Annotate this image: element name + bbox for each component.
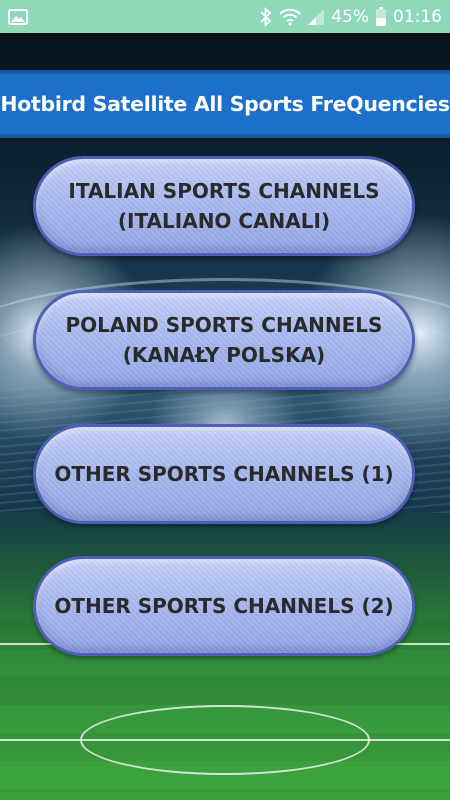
bluetooth-icon [259, 6, 273, 27]
signal-icon [307, 8, 325, 26]
other-sports-channels-1-button[interactable]: OTHER SPORTS CHANNELS (1) [33, 424, 415, 524]
clock: 01:16 [393, 6, 442, 27]
title-banner: Hotbird Satellite All Sports FreQuencies [0, 70, 450, 138]
button-label: POLAND SPORTS CHANNELS (KANAŁY POLSKA) [65, 313, 383, 367]
image-icon [8, 8, 28, 25]
battery-percentage: 45% [331, 6, 369, 27]
button-label: ITALIAN SPORTS CHANNELS (ITALIANO CANALI… [68, 179, 380, 233]
battery-icon [375, 6, 387, 27]
button-label: OTHER SPORTS CHANNELS (1) [54, 462, 394, 486]
wifi-icon [279, 8, 301, 26]
status-bar: 45% 01:16 [0, 0, 450, 33]
stadium-background [0, 33, 450, 800]
page-title: Hotbird Satellite All Sports FreQuencies [0, 92, 450, 116]
poland-sports-channels-button[interactable]: POLAND SPORTS CHANNELS (KANAŁY POLSKA) [33, 290, 415, 390]
italian-sports-channels-button[interactable]: ITALIAN SPORTS CHANNELS (ITALIANO CANALI… [33, 156, 415, 256]
button-label: OTHER SPORTS CHANNELS (2) [54, 594, 394, 618]
other-sports-channels-2-button[interactable]: OTHER SPORTS CHANNELS (2) [33, 556, 415, 656]
